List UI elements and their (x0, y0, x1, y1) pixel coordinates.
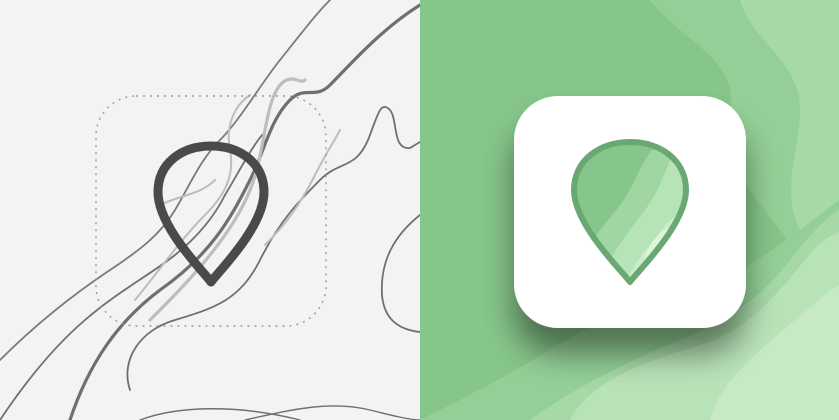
contour-line-light (159, 179, 216, 206)
map-pin-outline-icon (153, 141, 269, 287)
contour-line (244, 405, 420, 420)
sketch-canvas (0, 0, 420, 420)
app-icon-canvas (420, 0, 839, 420)
app-icon-panel (420, 0, 839, 420)
contour-line (126, 106, 420, 391)
contour-line (381, 214, 420, 333)
contour-line (68, 3, 420, 420)
sketch-panel (0, 0, 420, 420)
icon-design-showcase (0, 0, 839, 420)
contour-line (139, 408, 301, 420)
contour-line-light (264, 129, 341, 246)
